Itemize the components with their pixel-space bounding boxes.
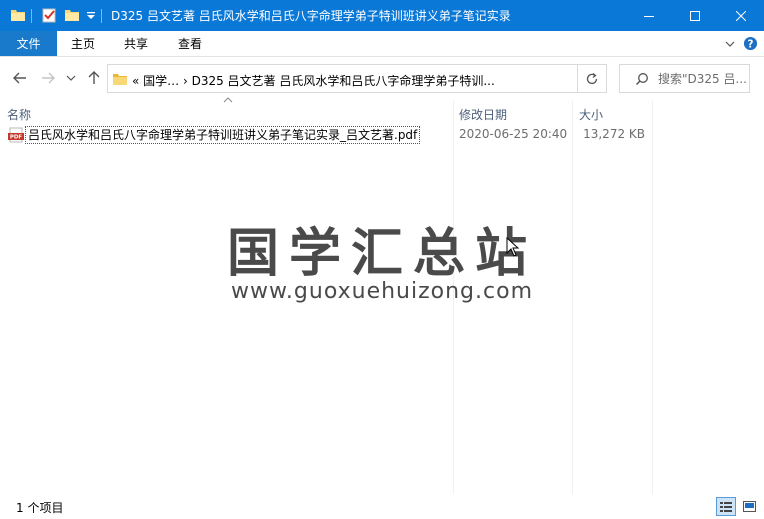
arrow-right-icon <box>42 72 55 84</box>
details-view-button[interactable] <box>716 497 736 516</box>
close-button[interactable] <box>718 0 764 31</box>
arrow-left-icon <box>13 72 26 84</box>
mouse-cursor-icon <box>506 237 520 257</box>
tab-home[interactable]: 主页 <box>60 31 106 56</box>
tab-share[interactable]: 共享 <box>112 31 160 56</box>
address-bar[interactable]: « 国学… › D325 吕文艺著 吕氏风水学和吕氏八字命理学弟子特训... <box>107 64 671 93</box>
item-count: 1 个项目 <box>16 501 64 515</box>
close-icon <box>736 10 746 21</box>
svg-text:?: ? <box>748 38 754 50</box>
file-list: 名称 修改日期 大小 PDF 吕氏风水学和吕氏八字命理学弟子特训班讲义弟子笔记实… <box>0 97 764 494</box>
tab-view[interactable]: 查看 <box>166 31 214 56</box>
column-header-date[interactable]: 修改日期 <box>459 106 507 123</box>
svg-text:PDF: PDF <box>10 135 23 141</box>
quick-access-separator <box>31 9 32 23</box>
arrow-up-icon <box>88 71 100 84</box>
refresh-button[interactable] <box>578 64 607 93</box>
file-date: 2020-06-25 20:40 <box>459 127 568 141</box>
folder-icon <box>113 74 127 85</box>
ribbon-tabs: 文件 主页 共享 查看 ? <box>0 31 764 57</box>
search-input[interactable] <box>658 69 746 88</box>
navigation-bar: « 国学… › D325 吕文艺著 吕氏风水学和吕氏八字命理学弟子特训... <box>0 57 764 101</box>
details-view-icon <box>720 501 732 512</box>
pdf-file-icon: PDF <box>8 127 24 143</box>
large-icons-view-button[interactable] <box>739 497 759 516</box>
address-path[interactable]: « 国学… › D325 吕文艺著 吕氏风水学和吕氏八字命理学弟子特训... <box>132 72 495 89</box>
column-header-name[interactable]: 名称 <box>7 106 31 123</box>
new-folder-icon[interactable] <box>63 5 81 25</box>
window-title: D325 吕文艺著 吕氏风水学和吕氏八字命理学弟子特训班讲义弟子笔记实录 <box>111 9 511 23</box>
title-bar: D325 吕文艺著 吕氏风水学和吕氏八字命理学弟子特训班讲义弟子笔记实录 <box>0 0 764 31</box>
customize-toolbar-icon[interactable] <box>85 5 97 25</box>
file-row[interactable]: PDF 吕氏风水学和吕氏八字命理学弟子特训班讲义弟子笔记实录_吕文艺著.pdf … <box>0 125 764 145</box>
watermark-text: 国学汇总站 <box>226 224 537 284</box>
status-bar: 1 个项目 <box>0 494 764 519</box>
maximize-button[interactable] <box>672 0 718 31</box>
quick-access-separator <box>101 9 102 23</box>
column-header-size[interactable]: 大小 <box>579 106 603 123</box>
recent-locations-button[interactable] <box>64 68 78 88</box>
back-button[interactable] <box>10 68 30 88</box>
up-button[interactable] <box>84 68 104 88</box>
refresh-icon <box>586 72 598 84</box>
minimize-button[interactable] <box>626 0 672 31</box>
forward-button[interactable] <box>38 68 58 88</box>
large-icons-view-icon <box>742 501 756 512</box>
search-box[interactable] <box>619 64 750 93</box>
expand-ribbon-icon[interactable] <box>724 38 736 50</box>
search-icon <box>635 73 648 86</box>
help-icon[interactable]: ? <box>743 36 758 51</box>
folder-icon[interactable] <box>9 5 27 25</box>
file-name[interactable]: 吕氏风水学和吕氏八字命理学弟子特训班讲义弟子笔记实录_吕文艺著.pdf <box>25 126 421 144</box>
maximize-icon <box>690 10 700 21</box>
file-size: 13,272 KB <box>583 127 645 141</box>
chevron-down-icon <box>66 75 76 81</box>
minimize-icon <box>644 15 654 17</box>
tab-file[interactable]: 文件 <box>0 31 57 56</box>
watermark-url: www.guoxuehuizong.com <box>230 279 534 304</box>
properties-icon[interactable] <box>40 5 58 25</box>
sort-ascending-icon <box>223 97 233 103</box>
